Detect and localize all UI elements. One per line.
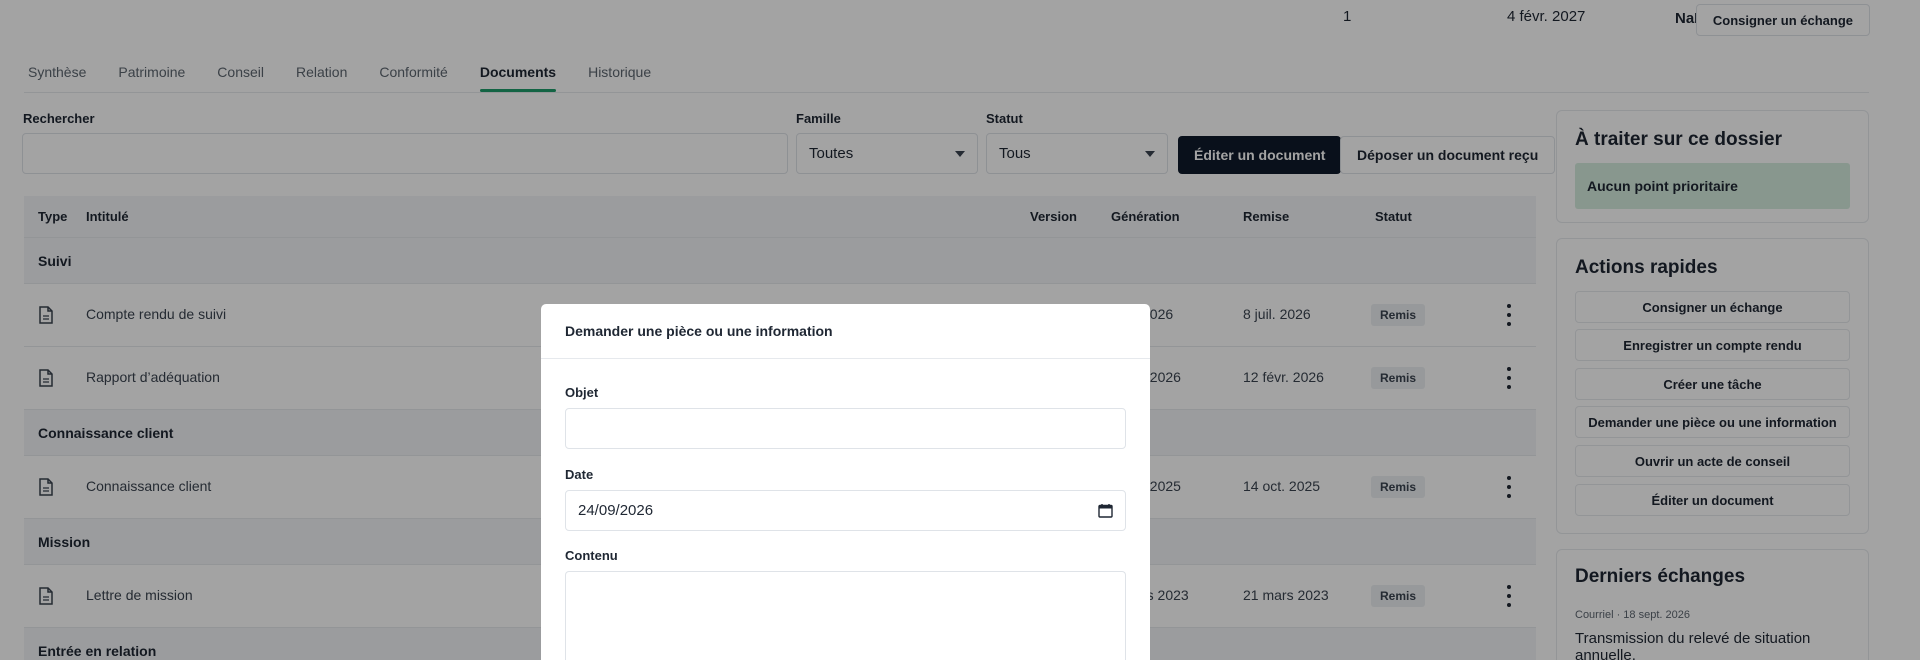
date-label: Date <box>565 467 594 482</box>
date-input[interactable]: 24/09/2026 <box>565 490 1126 531</box>
modal-title: Demander une pièce ou une information <box>565 323 833 339</box>
subject-input[interactable] <box>565 408 1126 449</box>
modal-header: Demander une pièce ou une information <box>541 304 1150 359</box>
page: 1 4 févr. 2027 NaN j Consigner un échang… <box>0 0 1920 660</box>
calendar-icon[interactable] <box>1098 503 1113 518</box>
date-value: 24/09/2026 <box>578 502 654 519</box>
subject-label: Objet <box>565 385 599 400</box>
content-label: Contenu <box>565 548 618 563</box>
content-textarea[interactable] <box>565 571 1126 660</box>
request-modal: Demander une pièce ou une information Ob… <box>541 304 1150 660</box>
